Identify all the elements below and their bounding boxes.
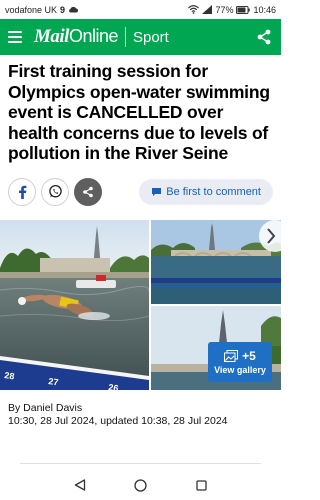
lane-number: 27 bbox=[48, 376, 59, 387]
recent-apps-icon[interactable] bbox=[196, 479, 207, 491]
lane-number: 28 bbox=[4, 370, 15, 381]
author-name[interactable]: By Daniel Davis bbox=[8, 402, 273, 415]
social-share-row: Be first to comment bbox=[0, 177, 281, 206]
status-left: vodafone UK 9 bbox=[5, 4, 79, 15]
back-icon[interactable] bbox=[74, 479, 86, 491]
view-gallery-button[interactable]: +5 View gallery bbox=[208, 341, 272, 382]
battery-percent: 77% bbox=[215, 4, 234, 15]
view-gallery-count-row: +5 bbox=[224, 349, 256, 363]
logo-mail-text: Mail bbox=[34, 26, 69, 47]
battery-icon bbox=[236, 5, 251, 14]
comment-button[interactable]: Be first to comment bbox=[139, 178, 273, 205]
whatsapp-share-button[interactable] bbox=[41, 177, 69, 206]
share-icon bbox=[83, 186, 93, 198]
wifi-icon bbox=[188, 5, 200, 14]
facebook-icon bbox=[19, 185, 27, 199]
menu-icon[interactable] bbox=[8, 31, 22, 43]
article-byline: By Daniel Davis 10:30, 28 Jul 2024, upda… bbox=[0, 390, 281, 428]
whatsapp-icon bbox=[48, 185, 62, 198]
share-icon[interactable] bbox=[255, 28, 273, 46]
content-divider bbox=[20, 463, 261, 464]
status-bar: vodafone UK 9 77% 10:46 bbox=[0, 0, 281, 19]
photo-gallery[interactable]: 28 27 26 +5 View gallery bbox=[0, 219, 291, 390]
gallery-next-button[interactable] bbox=[259, 219, 291, 252]
gallery-count: +5 bbox=[242, 348, 256, 363]
home-icon[interactable] bbox=[134, 478, 148, 492]
app-header: Mail Online Sport bbox=[0, 19, 281, 55]
cloud-icon bbox=[69, 6, 79, 13]
facebook-share-button[interactable] bbox=[8, 177, 36, 206]
gallery-main-photo[interactable]: 28 27 26 bbox=[0, 219, 149, 390]
chevron-right-icon bbox=[267, 228, 276, 244]
comment-icon bbox=[152, 187, 162, 197]
header-divider bbox=[124, 27, 126, 47]
lane-number: 26 bbox=[108, 382, 119, 390]
site-logo[interactable]: Mail Online bbox=[34, 26, 118, 48]
status-right: 77% 10:46 bbox=[188, 5, 276, 15]
carrier-label: vodafone UK bbox=[5, 4, 58, 15]
article-headline: First training session for Olympics open… bbox=[8, 61, 270, 164]
clock: 10:46 bbox=[253, 4, 276, 15]
more-share-button[interactable] bbox=[74, 177, 102, 206]
signal-icon bbox=[202, 5, 213, 14]
network-badge: 9 bbox=[60, 4, 66, 15]
gallery-icon bbox=[224, 349, 239, 362]
logo-online-text: Online bbox=[68, 26, 119, 46]
section-title[interactable]: Sport bbox=[133, 29, 169, 46]
publish-timestamp: 10:30, 28 Jul 2024, updated 10:38, 28 Ju… bbox=[8, 414, 228, 427]
comment-button-label: Be first to comment bbox=[166, 185, 261, 198]
system-nav-bar bbox=[0, 470, 281, 500]
view-gallery-label: View gallery bbox=[214, 364, 266, 375]
